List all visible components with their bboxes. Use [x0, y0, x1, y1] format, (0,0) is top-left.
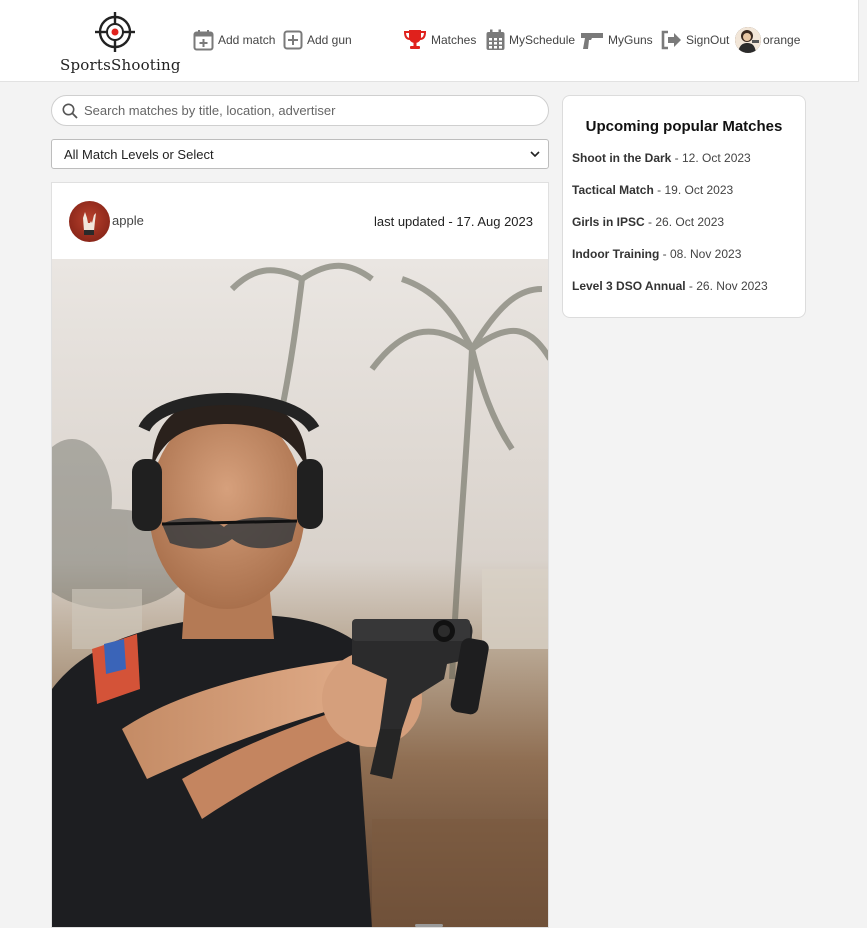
search-bar[interactable]	[51, 95, 549, 126]
nav-add-match-label: Add match	[218, 33, 276, 47]
post-last-updated: last updated - 17. Aug 2023	[373, 214, 533, 229]
nav-user-label: orange	[763, 33, 801, 47]
popular-match-date: - 26. Nov 2023	[685, 279, 768, 293]
plus-square-icon	[283, 30, 303, 50]
popular-matches-list: Shoot in the Dark - 12. Oct 2023 Tactica…	[563, 149, 805, 309]
nav-myguns[interactable]: MyGuns	[580, 28, 653, 52]
nav-add-gun[interactable]: Add gun	[283, 28, 352, 52]
popular-match-name: Tactical Match	[572, 183, 654, 197]
popular-match-name: Shoot in the Dark	[572, 151, 672, 165]
search-icon	[62, 103, 78, 119]
post-author-name[interactable]: apple	[112, 213, 144, 228]
popular-match-date: - 26. Oct 2023	[644, 215, 725, 229]
horizontal-scrollbar-thumb[interactable]	[415, 924, 443, 927]
nav-add-match[interactable]: Add match	[193, 28, 275, 52]
nav-myschedule[interactable]: MySchedule	[486, 28, 575, 52]
popular-match-date: - 08. Nov 2023	[659, 247, 742, 261]
nav-signout[interactable]: SignOut	[660, 28, 729, 52]
popular-match-item[interactable]: Tactical Match - 19. Oct 2023	[563, 181, 805, 213]
popular-match-name: Indoor Training	[572, 247, 660, 261]
nav-myguns-label: MyGuns	[608, 33, 653, 47]
nav-myschedule-label: MySchedule	[509, 33, 576, 47]
popular-match-date: - 19. Oct 2023	[653, 183, 734, 197]
popular-match-name: Level 3 DSO Annual	[572, 279, 686, 293]
brand-name: SportsShooting	[60, 56, 181, 74]
popular-match-item[interactable]: Girls in IPSC - 26. Oct 2023	[563, 213, 805, 245]
popular-match-item[interactable]: Shoot in the Dark - 12. Oct 2023	[563, 149, 805, 181]
search-input[interactable]	[84, 103, 524, 118]
rock-hand-icon	[83, 212, 96, 235]
match-level-selected: All Match Levels or Select	[64, 146, 214, 162]
nav-signout-label: SignOut	[686, 33, 730, 47]
match-post-card[interactable]: apple last updated - 17. Aug 2023	[51, 182, 549, 928]
crosshair-logo-icon	[95, 12, 135, 52]
pistol-icon	[581, 33, 603, 49]
nav-user-profile[interactable]: orange	[735, 27, 801, 53]
chevron-down-icon	[530, 151, 540, 157]
popular-matches-title: Upcoming popular Matches	[585, 118, 783, 135]
trophy-icon	[403, 30, 427, 49]
popular-match-name: Girls in IPSC	[572, 215, 645, 229]
nav-add-gun-label: Add gun	[307, 33, 352, 47]
match-photo[interactable]	[52, 259, 548, 927]
top-navigation-bar: SportsShooting Add match Add gun Matches…	[0, 0, 859, 82]
upcoming-popular-matches-panel: Upcoming popular Matches Shoot in the Da…	[562, 95, 806, 318]
post-author-avatar[interactable]	[69, 201, 110, 242]
nav-matches[interactable]: Matches	[403, 28, 476, 52]
popular-match-item[interactable]: Level 3 DSO Annual - 26. Nov 2023	[563, 277, 805, 309]
user-avatar	[735, 27, 761, 53]
calendar-plus-icon	[193, 30, 214, 51]
popular-match-item[interactable]: Indoor Training - 08. Nov 2023	[563, 245, 805, 277]
nav-matches-label: Matches	[431, 33, 477, 47]
brand-logo[interactable]: SportsShooting	[60, 10, 181, 74]
match-level-select[interactable]: All Match Levels or Select	[51, 139, 549, 169]
post-header: apple last updated - 17. Aug 2023	[52, 183, 548, 259]
popular-match-date: - 12. Oct 2023	[671, 151, 751, 165]
sign-out-icon	[661, 30, 681, 50]
calendar-icon	[486, 29, 505, 50]
